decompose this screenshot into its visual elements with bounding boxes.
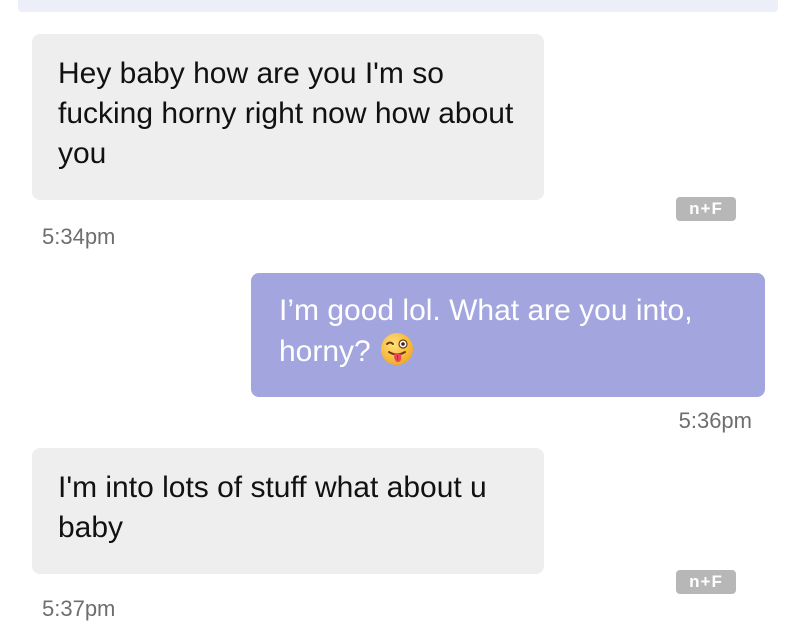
message-text: I'm into lots of stuff what about u baby: [58, 471, 487, 544]
previous-message-edge: [18, 0, 778, 12]
message-badge: n+F: [676, 570, 736, 594]
message-text: I’m good lol. What are you into, horny?: [279, 294, 693, 368]
winking-face-with-tongue-icon: [379, 331, 415, 378]
message-bubble-outgoing[interactable]: I’m good lol. What are you into, horny?: [251, 273, 765, 397]
message-timestamp: 5:37pm: [42, 596, 116, 621]
message-timestamp: 5:36pm: [678, 408, 752, 433]
message-timestamp: 5:34pm: [42, 224, 116, 249]
message-badge: n+F: [676, 197, 736, 221]
message-text: Hey baby how are you I'm so fucking horn…: [58, 57, 514, 170]
message-bubble-incoming[interactable]: Hey baby how are you I'm so fucking horn…: [32, 34, 544, 200]
message-bubble-incoming[interactable]: I'm into lots of stuff what about u baby: [32, 448, 544, 574]
chat-screen: Hey baby how are you I'm so fucking horn…: [0, 0, 800, 643]
